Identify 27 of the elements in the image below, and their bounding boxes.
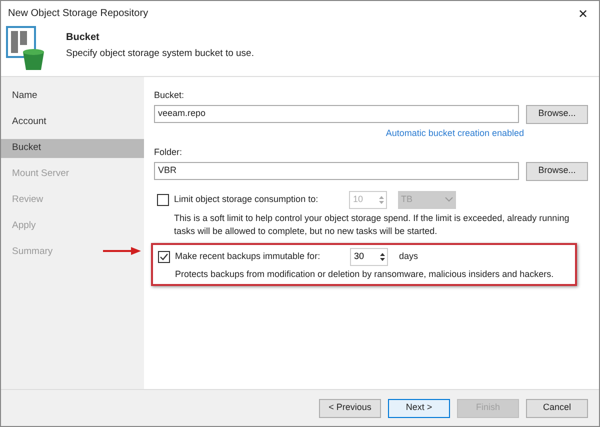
wizard-button[interactable]: Next > — [388, 398, 450, 418]
field-label: Folder: — [154, 146, 184, 159]
step-title: Bucket — [66, 31, 100, 45]
spinner-icon[interactable] — [377, 250, 387, 262]
browse-button[interactable]: Browse... — [526, 104, 588, 124]
step-description: Specify object storage system bucket to use. — [66, 47, 254, 61]
link[interactable]: Automatic bucket creation enabled — [386, 126, 524, 140]
sidebar-item[interactable]: Bucket — [1, 139, 144, 158]
input-field[interactable]: veeam.repo — [154, 104, 519, 122]
checkbox[interactable] — [158, 250, 170, 262]
chevron-down-icon — [445, 197, 453, 202]
help-text: This is a soft limit to help control your object storage spend. If the limit is exceeded, already running tasks will be allowed to complete, but no new tasks will be started. — [173, 212, 570, 238]
window-title: New Object Storage Repository — [8, 7, 148, 21]
help-text: Protects backups from modification or deletion by ransomware, malicious insiders and hackers. — [174, 268, 555, 281]
checkbox-label: Make recent backups immutable for: — [175, 250, 322, 263]
sidebar-item[interactable]: Account — [1, 113, 144, 132]
close-button[interactable]: ✕ — [574, 4, 592, 22]
input-field[interactable]: VBR — [154, 162, 519, 180]
field-label: Bucket: — [154, 89, 186, 102]
sidebar-item[interactable]: Name — [1, 87, 144, 106]
unit-label: days — [399, 250, 418, 263]
browse-button[interactable]: Browse... — [526, 162, 588, 180]
arrow-icon — [103, 247, 141, 255]
wizard-button[interactable]: Cancel — [526, 398, 588, 418]
checkbox-label: Limit object storage consumption to: — [174, 192, 320, 206]
number-field[interactable]: 30 — [350, 248, 388, 266]
wizard-button[interactable]: < Previous — [319, 398, 381, 418]
